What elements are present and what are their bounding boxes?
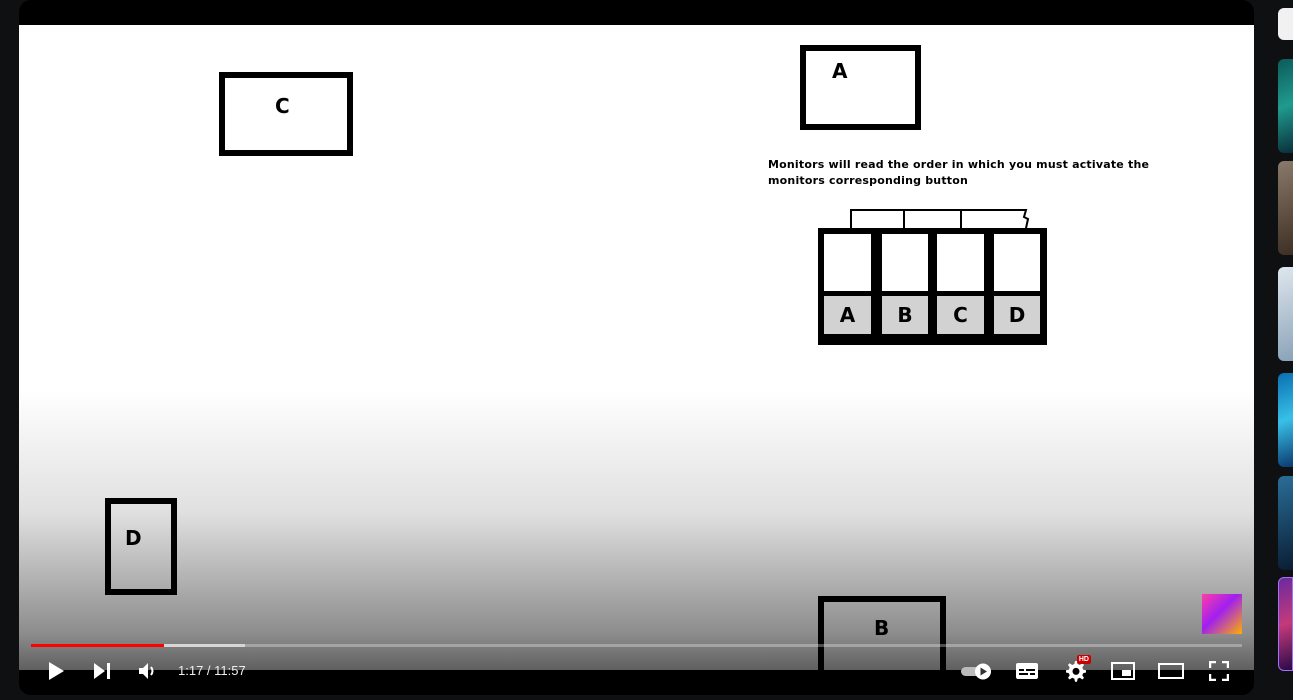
time-current: 1:17 [178,663,204,678]
progress-bar[interactable] [31,644,1242,647]
next-button[interactable] [87,652,117,690]
recommended-thumbnail-3[interactable] [1278,267,1293,361]
monitor-c: C [219,72,353,156]
recommendations-sidebar [1278,0,1293,700]
panel-button-a: A [824,296,871,334]
play-icon [49,662,64,680]
time-separator: / [203,663,215,678]
fullscreen-button[interactable] [1204,652,1234,690]
monitor-d-label: D [125,526,142,550]
settings-button[interactable]: HD [1059,652,1091,690]
instruction-text: Monitors will read the order in which yo… [768,158,1150,187]
fullscreen-icon [1209,661,1229,681]
panel-button-d: D [994,296,1040,334]
monitor-a-label: A [832,59,848,83]
panel-screen-b [882,234,928,291]
theater-mode-button[interactable] [1156,652,1186,690]
channel-watermark[interactable] [1202,594,1242,634]
autoplay-toggle[interactable] [957,652,997,690]
panel-screen-a [824,234,871,291]
monitor-d: D [105,498,177,595]
panel-button-b: B [882,296,928,334]
panel-screen-c [937,234,984,291]
recommended-thumbnail-4[interactable] [1278,373,1293,467]
mute-button[interactable] [133,652,163,690]
volume-icon [139,663,154,679]
monitor-b-label: B [874,616,890,640]
recommended-thumbnail-1[interactable] [1278,59,1293,153]
next-icon [94,663,110,679]
miniplayer-button[interactable] [1108,652,1138,690]
time-display: 1:17 / 11:57 [178,663,246,678]
recommended-thumbnail-2[interactable] [1278,161,1293,255]
recommended-thumbnail-5[interactable] [1278,476,1293,570]
hd-badge: HD [1076,655,1091,664]
panel-screen-d [994,234,1040,291]
video-player[interactable]: A C D B Monitors will read the order in … [19,0,1254,695]
play-button[interactable] [41,652,71,690]
video-frame[interactable]: A C D B Monitors will read the order in … [19,25,1254,670]
monitor-a: A [800,45,921,130]
filter-chip[interactable] [1278,8,1293,40]
miniplayer-icon [1111,662,1135,680]
player-controls: 1:17 / 11:57 HD [19,652,1254,690]
theater-icon [1158,663,1184,679]
subtitles-button[interactable] [1012,652,1042,690]
subtitles-icon [1016,663,1038,679]
recommended-thumbnail-6[interactable] [1278,577,1293,671]
monitor-c-label: C [275,94,290,118]
button-panel: A B C D [818,228,1047,345]
panel-button-c: C [937,296,984,334]
autoplay-toggle-icon [961,663,991,680]
time-total: 11:57 [214,663,246,678]
progress-played [31,644,165,647]
